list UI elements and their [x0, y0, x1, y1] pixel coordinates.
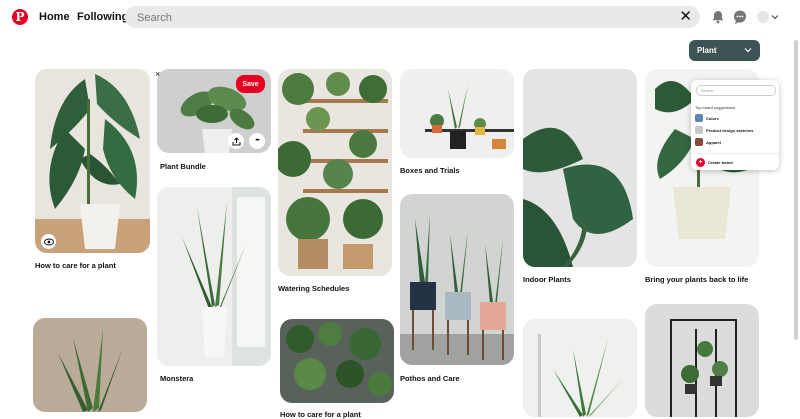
pin-title[interactable]: How to care for a plant — [35, 261, 116, 270]
chat-icon[interactable] — [732, 9, 748, 25]
pin-image[interactable] — [400, 194, 514, 365]
nav-following[interactable]: Following — [77, 11, 128, 23]
pin-title[interactable]: Boxes and Trials — [400, 166, 460, 175]
save-button[interactable]: Save — [236, 75, 265, 93]
pin-image[interactable] — [157, 187, 271, 366]
board-select-label: Plant — [697, 46, 717, 55]
board-search-input[interactable]: Search — [696, 85, 776, 96]
board-item-product-design-sketches[interactable]: Product design sketches — [695, 126, 775, 135]
clear-search-icon[interactable]: ✕ — [679, 8, 692, 26]
board-select-button[interactable]: Plant — [689, 40, 760, 61]
nav-home[interactable]: Home — [39, 11, 70, 23]
pin-image[interactable] — [35, 69, 150, 253]
board-suggestions-heading: Top board suggestions — [695, 105, 736, 110]
pin-image[interactable] — [523, 319, 637, 417]
pin-image[interactable] — [280, 319, 394, 403]
pin-image[interactable] — [523, 69, 637, 267]
avatar[interactable] — [757, 11, 769, 23]
more-options-icon[interactable]: ••• — [249, 133, 265, 149]
pin-title[interactable]: How to care for a plant — [280, 410, 361, 419]
bell-icon[interactable] — [710, 9, 726, 25]
pin-title[interactable]: Bring your plants back to life — [645, 275, 748, 284]
board-item-apparel[interactable]: Apparel — [695, 138, 775, 147]
scrollbar[interactable] — [794, 40, 798, 340]
search-bar: ✕ — [125, 6, 700, 30]
pin-image[interactable] — [400, 69, 514, 158]
pin-title[interactable]: Monstera — [160, 374, 193, 383]
chevron-down-icon — [744, 48, 752, 53]
pin-title[interactable]: Pothos and Care — [400, 374, 460, 383]
pin-image[interactable] — [645, 304, 759, 417]
share-icon[interactable] — [228, 133, 244, 149]
chevron-down-icon[interactable] — [771, 13, 779, 21]
divider — [691, 153, 779, 154]
pinterest-logo-icon[interactable]: P — [12, 9, 28, 25]
pin-image[interactable] — [278, 69, 392, 276]
board-thumbnail — [695, 126, 703, 134]
close-icon[interactable]: × — [155, 69, 160, 79]
board-dropdown: Search Top board suggestions Colors Prod… — [691, 80, 779, 170]
create-board-button[interactable]: Create board — [708, 160, 733, 165]
pin-image[interactable] — [33, 318, 147, 412]
search-input[interactable] — [135, 6, 679, 30]
eye-icon[interactable] — [41, 234, 56, 249]
board-thumbnail — [695, 114, 703, 122]
pin-title[interactable]: Watering Schedules — [278, 284, 349, 293]
pin-title[interactable]: Plant Bundle — [160, 162, 206, 171]
board-item-colors[interactable]: Colors — [695, 114, 775, 123]
board-thumbnail — [695, 138, 703, 146]
pin-title[interactable]: Indoor Plants — [523, 275, 571, 284]
plus-icon[interactable]: + — [696, 158, 705, 167]
